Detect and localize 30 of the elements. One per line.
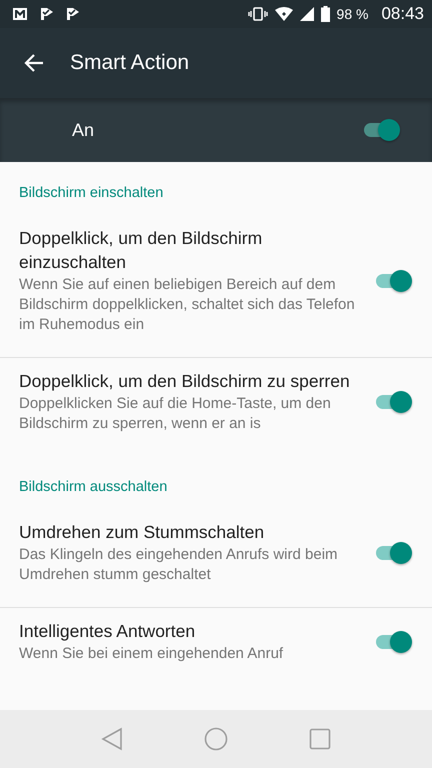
mail-icon xyxy=(12,7,28,21)
vibrate-icon xyxy=(248,7,268,21)
screen-title: Smart Action xyxy=(70,51,190,75)
wifi-icon xyxy=(274,7,293,21)
toggle-switch[interactable] xyxy=(374,540,412,564)
setting-title: Intelligentes Antworten xyxy=(19,620,196,643)
setting-description: Das Klingeln des eingehenden Anrufs wird beim Umdrehen stumm geschaltet xyxy=(19,545,339,585)
toggle-switch[interactable] xyxy=(374,630,412,654)
setting-title: Doppelklick, um den Bildschirm zu sperren xyxy=(19,370,351,393)
setting-title: Umdrehen zum Stummschalten xyxy=(19,521,266,544)
back-arrow-icon xyxy=(24,53,44,73)
toggle-switch[interactable] xyxy=(362,118,400,142)
circle-icon xyxy=(204,727,228,751)
battery-icon xyxy=(320,6,330,22)
setting-title: Doppelklick, um den Bildschirm einzuschalten xyxy=(19,227,264,274)
status-time: 08:43 xyxy=(381,4,424,24)
triangle-icon xyxy=(100,727,123,751)
setting-description: Wenn Sie bei einem eingehenden Anruf xyxy=(19,644,284,664)
switch-label: An xyxy=(72,120,94,140)
check-flag-icon xyxy=(66,7,80,21)
battery-percentage: 98 % xyxy=(336,6,368,22)
section-header: Bildschirm ausschalten xyxy=(18,478,168,497)
square-icon xyxy=(309,728,332,750)
setting-description: Wenn Sie auf einen beliebigen Bereich auf dem Bildschirm doppelklicken, schaltet sich das Telefon im Ruhemodus ein xyxy=(19,275,356,335)
signal-icon xyxy=(300,7,314,21)
toggle-switch[interactable] xyxy=(374,390,412,414)
section-header: Bildschirm einschalten xyxy=(18,184,164,203)
toggle-switch[interactable] xyxy=(374,268,412,292)
setting-description: Doppelklicken Sie auf die Home-Taste, um den Bildschirm zu sperren, wenn er an is xyxy=(19,394,332,434)
check-flag-icon xyxy=(40,7,54,21)
